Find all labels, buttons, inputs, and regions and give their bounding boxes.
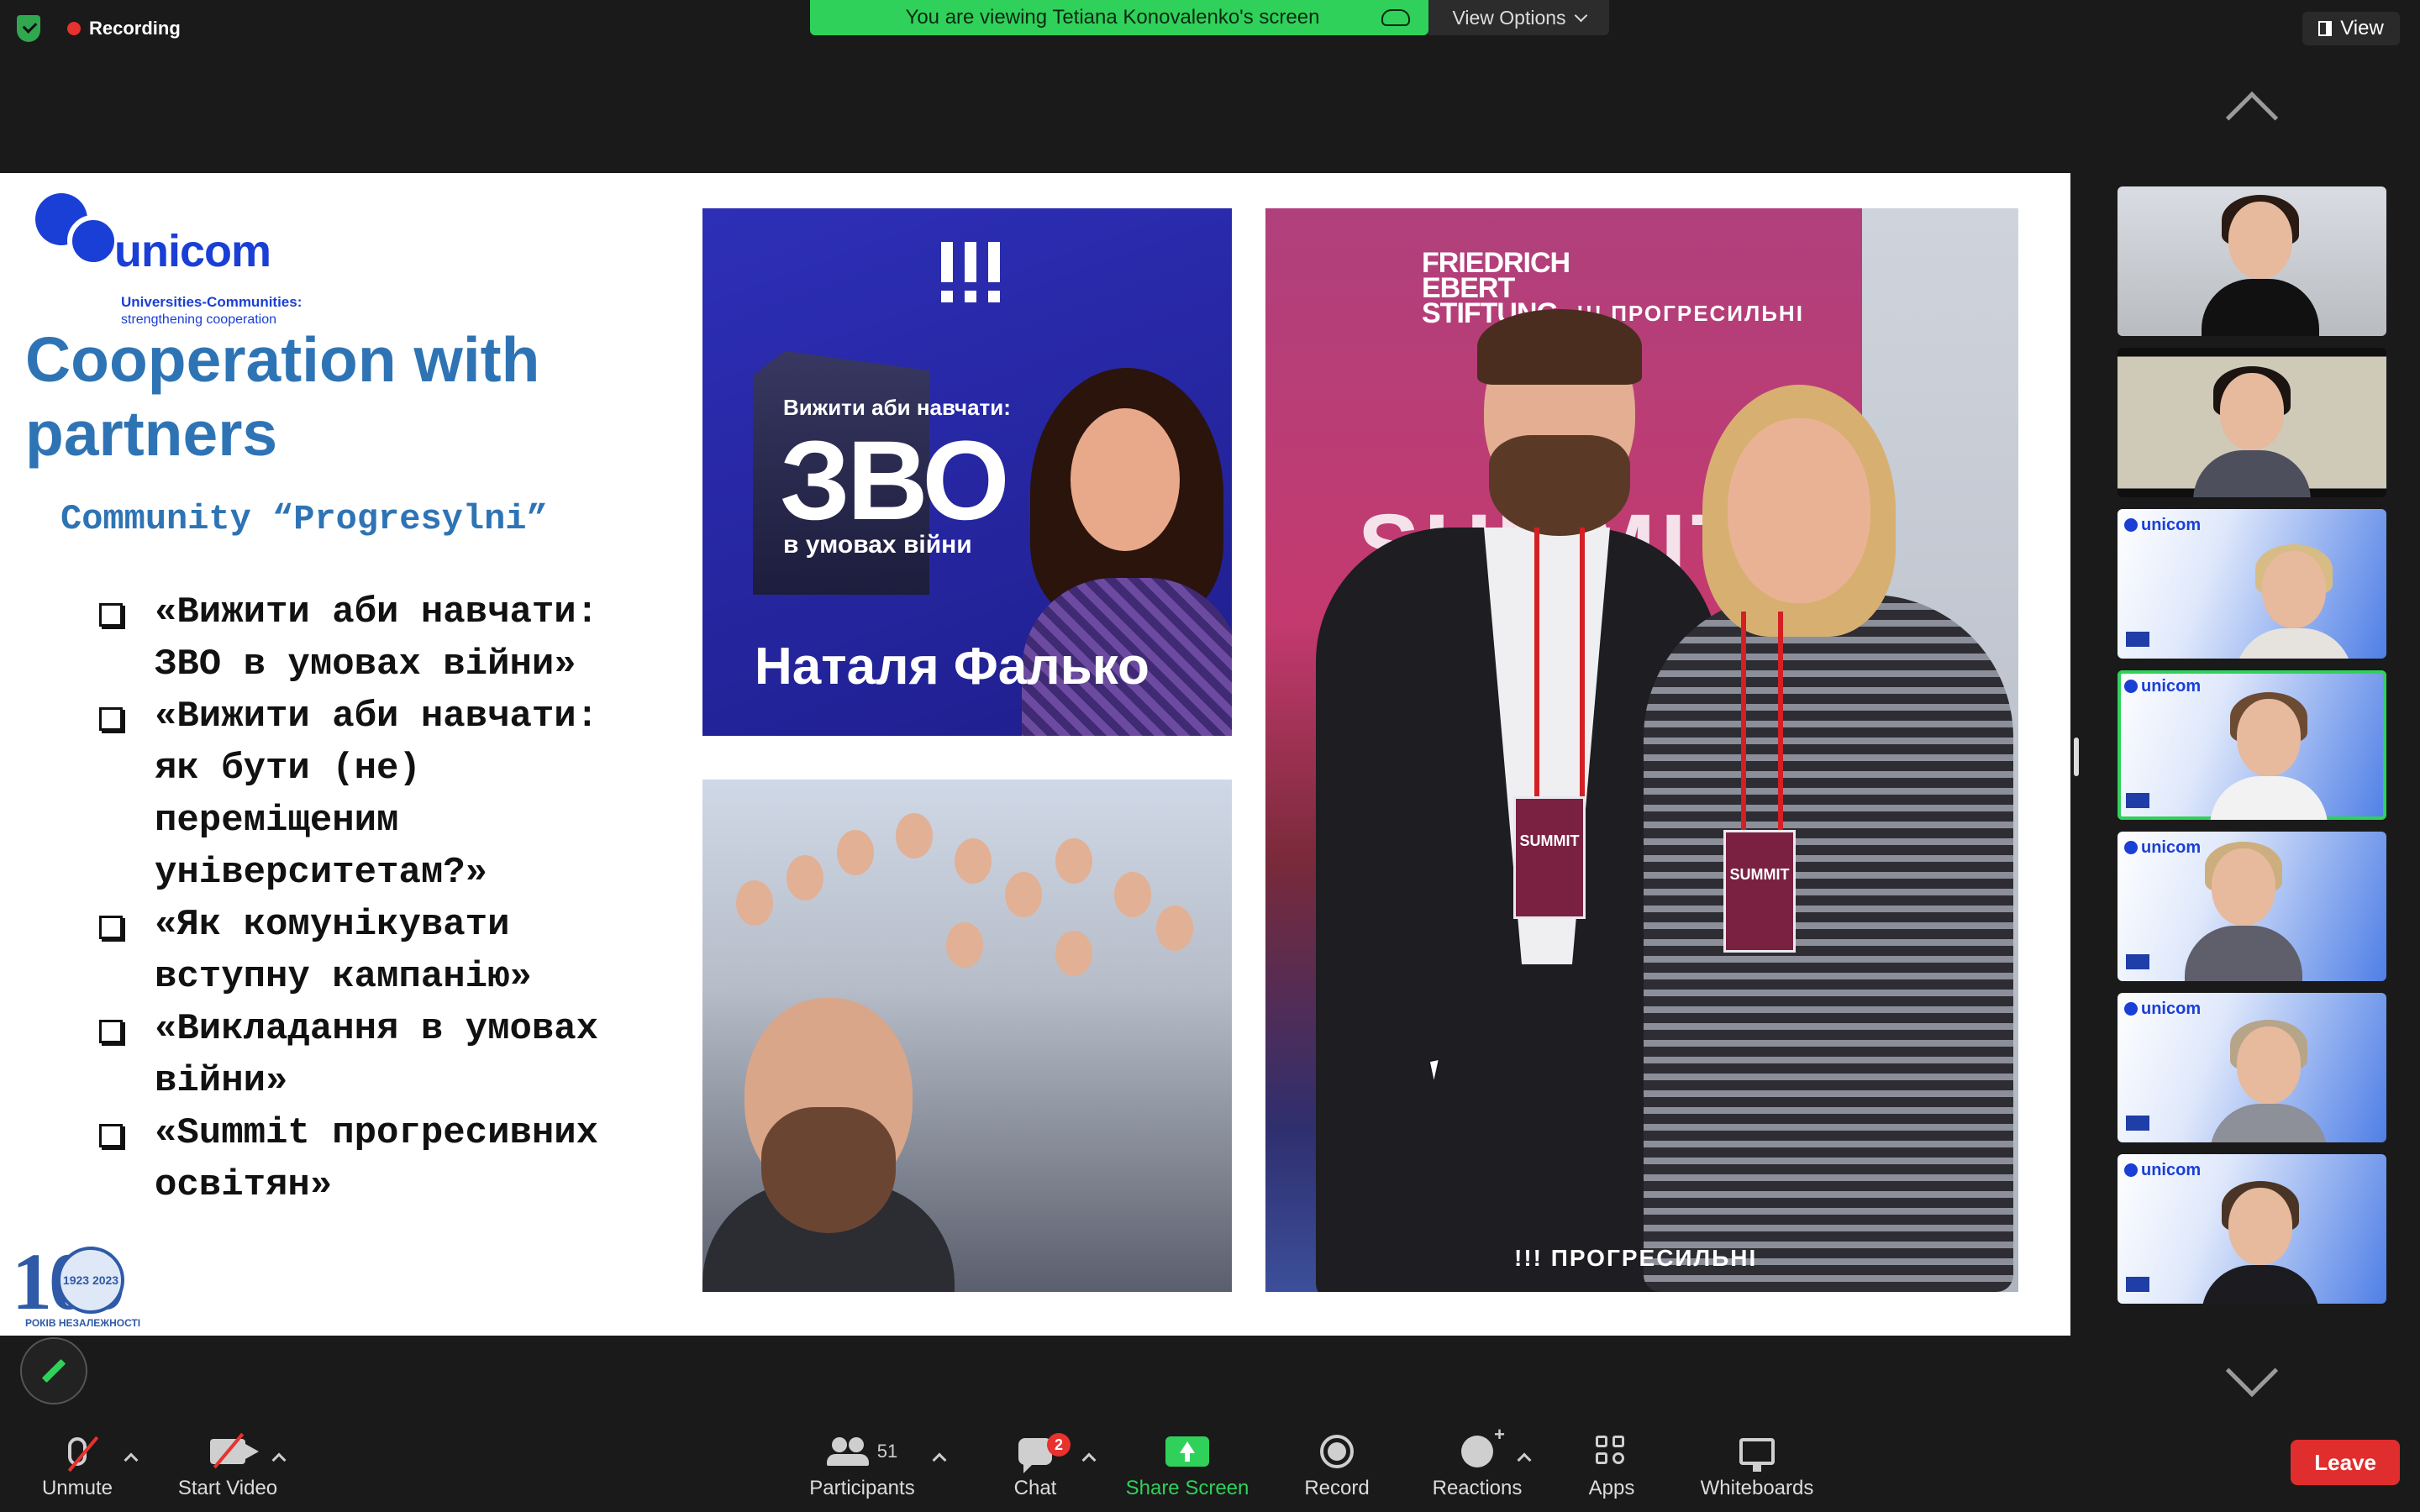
chat-button[interactable]: 2 Chat xyxy=(1002,1430,1071,1510)
share-screen-button[interactable]: Share Screen xyxy=(1123,1430,1252,1510)
annotate-button[interactable] xyxy=(20,1337,87,1404)
unicom-logo: unicom Universities-Communities: strengt… xyxy=(34,188,336,327)
participant-video-tile[interactable]: unicom xyxy=(2118,993,2386,1142)
logo-tagline-1: Universities-Communities: xyxy=(121,294,302,310)
unicom-logo-mark-icon xyxy=(34,193,119,269)
gallery-scroll-down-icon[interactable] xyxy=(2225,1344,2279,1398)
bullet-item: «Summit прогресивних освітян» xyxy=(94,1107,632,1211)
whiteboards-label: Whiteboards xyxy=(1700,1477,1814,1499)
participant-video-tile[interactable]: unicom xyxy=(2118,509,2386,659)
participants-button[interactable]: 51 Participants xyxy=(803,1430,921,1510)
meeting-toolbar: Unmute Start Video 51 Participants 2 Cha… xyxy=(0,1423,2420,1512)
view-label: View xyxy=(2340,17,2384,39)
cloud-icon xyxy=(1381,9,1410,26)
participant-video-tile-active-speaker[interactable]: unicom xyxy=(2118,670,2386,820)
recording-dot-icon xyxy=(67,22,81,35)
eu-flag-icon xyxy=(2126,1116,2149,1131)
apps-label: Apps xyxy=(1588,1477,1635,1499)
slide-title: Cooperation with partners xyxy=(25,324,540,469)
apps-grid-icon xyxy=(1596,1436,1628,1467)
leave-meeting-button[interactable]: Leave xyxy=(2291,1440,2400,1485)
group-selfie-photo xyxy=(702,780,1232,1292)
bullet-item: «Вижити аби навчати: як бути (не) перемі… xyxy=(94,690,632,899)
poster-speaker-name: Наталя Фалько xyxy=(755,638,1150,696)
gallery-layout-icon xyxy=(2318,21,2333,36)
summit-photo: FRIEDRICH EBERT STIFTUNG !!! ПРОГРЕСИЛЬН… xyxy=(1265,208,2018,1292)
reactions-label: Reactions xyxy=(1432,1477,1523,1499)
participants-count: 51 xyxy=(876,1441,898,1462)
eu-flag-icon xyxy=(2126,793,2149,808)
anniversary-logo: 100 1923 2023 РОКІВ НЕЗАЛЕЖНОСТІ xyxy=(12,1235,146,1329)
recording-indicator[interactable]: Recording xyxy=(67,15,181,42)
progresylni-mark-icon xyxy=(941,242,1000,306)
viewing-banner-text: You are viewing Tetiana Konovalenko's sc… xyxy=(905,6,1320,29)
participant-video-tile[interactable]: unicom xyxy=(2118,832,2386,981)
video-camera-off-icon xyxy=(210,1432,259,1469)
unmute-label: Unmute xyxy=(41,1477,113,1499)
participant-video-tile[interactable]: unicom xyxy=(2118,1154,2386,1304)
summit-footer-mark: !!! ПРОГРЕСИЛЬНІ xyxy=(1514,1245,1758,1271)
bullet-item: «Викладання в умовах війни» xyxy=(94,1003,632,1107)
woman-in-striped-top xyxy=(1644,385,2013,1292)
tile-unicom-logo: unicom xyxy=(2124,838,2201,858)
gallery-scroll-up-icon[interactable] xyxy=(2225,91,2279,144)
start-video-button[interactable]: Start Video xyxy=(173,1430,282,1510)
chevron-down-icon xyxy=(1574,8,1587,22)
record-button[interactable]: Record xyxy=(1294,1430,1380,1510)
view-button[interactable]: View xyxy=(2302,12,2400,45)
webinar-poster-image: Вижити аби навчати: ЗВО в умовах війни Н… xyxy=(702,208,1232,736)
share-screen-icon xyxy=(1165,1436,1209,1467)
chat-bubble-icon: 2 xyxy=(1018,1433,1071,1473)
poster-headline: ЗВО xyxy=(780,418,1010,543)
split-resize-handle[interactable] xyxy=(2074,738,2079,776)
whiteboard-icon xyxy=(1739,1438,1775,1472)
microphone-muted-icon xyxy=(67,1436,99,1473)
slide-subtitle: Community “Progresylni” xyxy=(60,499,548,539)
tile-unicom-logo: unicom xyxy=(2124,677,2201,696)
eu-flag-icon xyxy=(2126,632,2149,647)
chat-label: Chat xyxy=(1013,1477,1057,1499)
recording-label: Recording xyxy=(89,18,181,39)
eu-flag-icon xyxy=(2126,1277,2149,1292)
logo-wordmark: unicom xyxy=(114,226,271,276)
start-video-label: Start Video xyxy=(177,1477,278,1499)
anniversary-caption: РОКІВ НЕЗАЛЕЖНОСТІ xyxy=(25,1317,141,1329)
participants-icon xyxy=(826,1437,869,1466)
bullet-list: «Вижити аби навчати: ЗВО в умовах війни»… xyxy=(94,586,632,1211)
zoom-meeting-window: Recording You are viewing Tetiana Konova… xyxy=(0,0,2420,1512)
participants-label: Participants xyxy=(809,1477,915,1499)
participant-video-tile[interactable] xyxy=(2118,348,2386,497)
poster-under-line: в умовах війни xyxy=(783,531,972,559)
view-options-label: View Options xyxy=(1452,6,1566,29)
viewing-screen-banner: You are viewing Tetiana Konovalenko's sc… xyxy=(810,0,1428,35)
chat-options-chevron-icon[interactable] xyxy=(1081,1452,1097,1467)
tile-unicom-logo: unicom xyxy=(2124,1161,2201,1180)
anniversary-seal: 1923 2023 xyxy=(57,1247,124,1314)
record-icon xyxy=(1320,1435,1354,1468)
reactions-smiley-icon xyxy=(1461,1424,1505,1467)
summit-badge: SUMMIT xyxy=(1513,796,1586,919)
share-screen-label: Share Screen xyxy=(1125,1477,1249,1499)
bullet-item: «Як комунікувати вступну кампанію» xyxy=(94,899,632,1003)
participants-options-chevron-icon[interactable] xyxy=(932,1452,947,1467)
participant-video-tile[interactable] xyxy=(2118,186,2386,336)
pencil-icon xyxy=(41,1358,66,1383)
whiteboards-button[interactable]: Whiteboards xyxy=(1694,1430,1820,1510)
tile-unicom-logo: unicom xyxy=(2124,516,2201,535)
chat-unread-badge: 2 xyxy=(1047,1433,1071,1457)
view-options-button[interactable]: View Options xyxy=(1428,0,1609,35)
reactions-button[interactable]: Reactions xyxy=(1428,1424,1526,1510)
security-shield-icon[interactable] xyxy=(17,15,40,42)
summit-badge: SUMMIT xyxy=(1723,830,1796,953)
eu-flag-icon xyxy=(2126,954,2149,969)
apps-button[interactable]: Apps xyxy=(1576,1430,1647,1510)
audio-options-chevron-icon[interactable] xyxy=(124,1452,139,1467)
record-label: Record xyxy=(1304,1477,1370,1499)
unmute-button[interactable]: Unmute xyxy=(39,1430,116,1510)
shared-screen-slide[interactable]: unicom Universities-Communities: strengt… xyxy=(0,173,2070,1336)
bullet-item: «Вижити аби навчати: ЗВО в умовах війни» xyxy=(94,586,632,690)
tile-unicom-logo: unicom xyxy=(2124,1000,2201,1019)
